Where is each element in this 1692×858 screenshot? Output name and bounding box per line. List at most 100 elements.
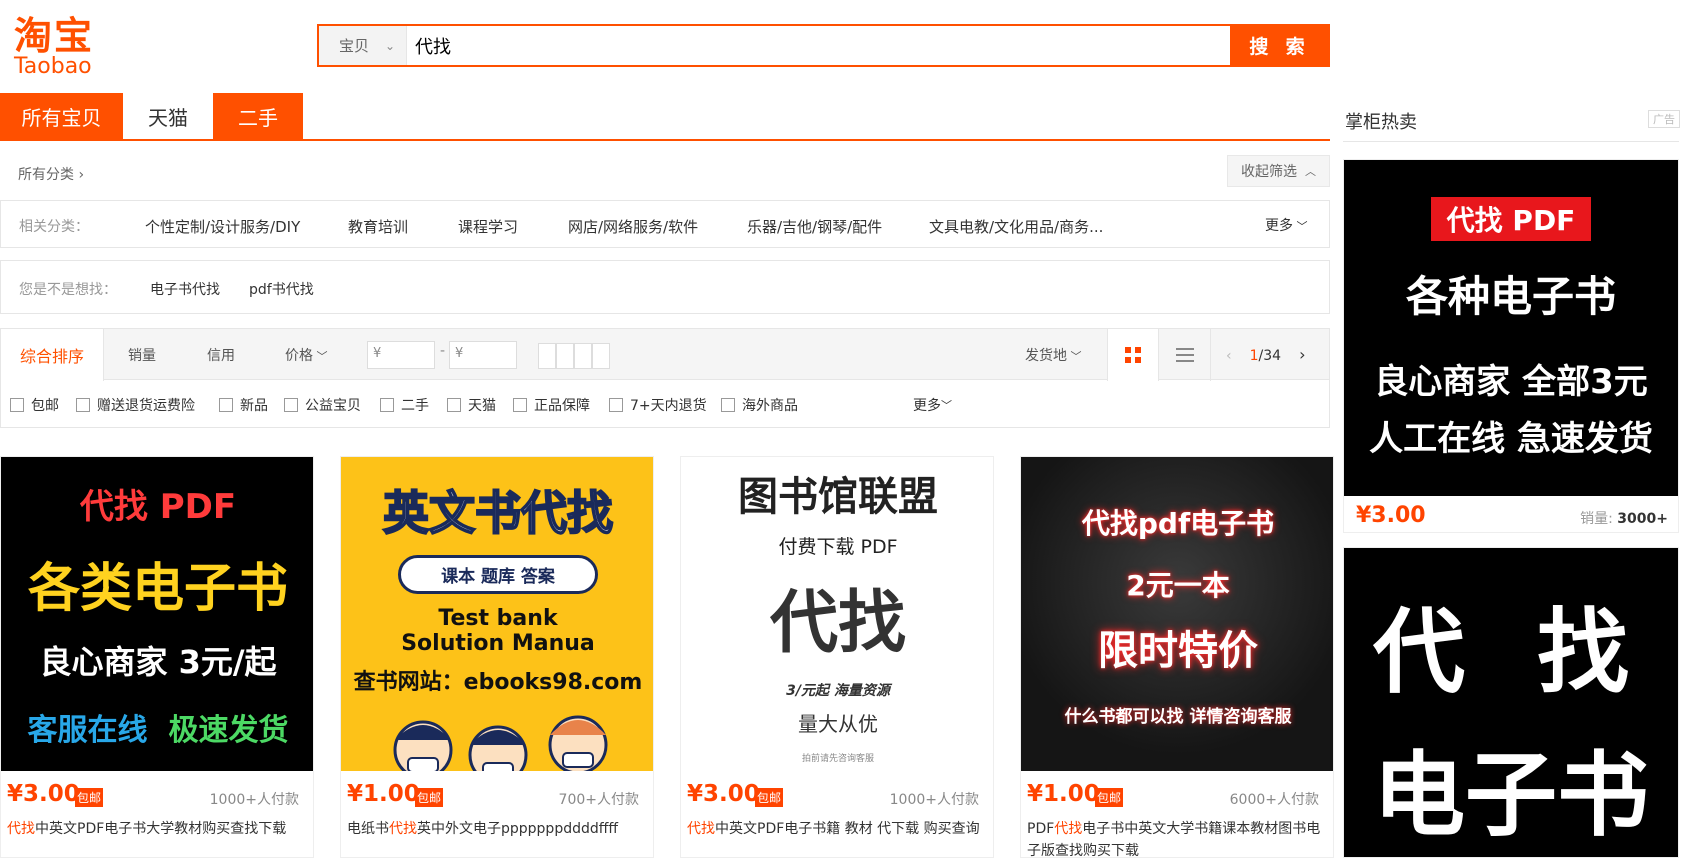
sidebar-product-card[interactable]: 代 找 电子书 (1343, 547, 1679, 858)
price-slider-box[interactable] (556, 343, 574, 369)
product-price: ¥1.00 (347, 781, 420, 807)
product-image[interactable]: 英文书代找 课本 题库 答案 Test bank Solution Manua … (341, 457, 653, 771)
image-text: 3/元起 海量资源 (786, 683, 890, 699)
sidebar-product-card[interactable]: 代找 PDF 各种电子书 良心商家 全部3元 人工在线 急速发货 ¥3.00 销… (1343, 159, 1679, 533)
checkbox-icon (284, 398, 298, 412)
filter-checkbox[interactable]: 二手 (380, 395, 429, 415)
related-category-link[interactable]: 文具电教/文化用品/商务... (929, 216, 1103, 237)
prev-page-icon[interactable]: ‹ (1226, 348, 1232, 364)
sort-credit[interactable]: 信用 (207, 345, 235, 365)
product-title[interactable]: PDF代找电子书中英文大学书籍课本教材图书电子版查找购买下载 (1027, 818, 1327, 857)
filter-checkbox[interactable]: 正品保障 (513, 395, 590, 415)
image-text: Test bank (438, 606, 558, 631)
next-page-icon[interactable]: › (1299, 345, 1305, 364)
logo-cn: 淘宝 (14, 14, 95, 58)
filter-label: 二手 (401, 398, 429, 414)
related-more-button[interactable]: 更多 ﹀ (1265, 215, 1308, 235)
search-bar: 宝贝 ⌄ 搜 索 (317, 24, 1330, 67)
ship-from-dropdown[interactable]: 发货地 ﹀ (1025, 345, 1082, 365)
image-text: 客服在线 (27, 713, 148, 748)
chevron-down-icon: ⌄ (385, 38, 396, 53)
image-text: 什么书都可以找 详情咨询客服 (1064, 706, 1292, 727)
tab-second-hand[interactable]: 二手 (213, 93, 303, 139)
sold-count: 1000+人付款 (209, 792, 299, 808)
sales-value: 3000+ (1617, 511, 1668, 527)
chevron-down-icon: ﹀ (941, 399, 952, 412)
free-shipping-badge: 包邮 (755, 788, 784, 807)
product-card[interactable]: 图书馆联盟 付费下载 PDF 代找 3/元起 海量资源 量大从优 拍前请先咨询客… (680, 456, 994, 858)
image-text: 代找pdf电子书 (1081, 506, 1275, 540)
all-categories-label: 所有分类 (18, 167, 74, 183)
image-text: 代找 (769, 583, 906, 663)
source-tabs: 所有宝贝 天猫 二手 (0, 93, 1330, 141)
tab-tmall[interactable]: 天猫 (123, 93, 213, 139)
product-image[interactable]: 图书馆联盟 付费下载 PDF 代找 3/元起 海量资源 量大从优 拍前请先咨询客… (681, 457, 993, 771)
filter-more-button[interactable]: 更多 ﹀ (913, 395, 952, 415)
price-min-input[interactable]: ¥ (367, 341, 435, 369)
collapse-filter-label: 收起筛选 (1241, 164, 1297, 180)
list-view-button[interactable] (1159, 329, 1211, 381)
checkbox-icon (76, 398, 90, 412)
price-slider-box[interactable] (592, 343, 610, 369)
sold-count: 700+人付款 (558, 792, 639, 808)
filter-checkbox[interactable]: 赠送退货运费险 (76, 395, 195, 415)
sales-label: 销量: (1580, 511, 1613, 527)
search-type-select[interactable]: 宝贝 ⌄ (319, 26, 407, 65)
chevron-down-icon: ﹀ (1293, 220, 1308, 233)
sort-price[interactable]: 价格 ﹀ (285, 345, 328, 365)
product-card[interactable]: 代找pdf电子书 2元一本 限时特价 什么书都可以找 详情咨询客服 ¥1.00 … (1020, 456, 1334, 858)
search-input[interactable] (407, 26, 1230, 65)
search-button[interactable]: 搜 索 (1230, 24, 1330, 67)
checkbox-icon (10, 398, 24, 412)
sidebar-product-image[interactable]: 代找 PDF 各种电子书 良心商家 全部3元 人工在线 急速发货 (1344, 160, 1678, 496)
tab-all-items[interactable]: 所有宝贝 (0, 93, 123, 139)
price-slider-box[interactable] (574, 343, 592, 369)
title-highlight: 代找 (389, 821, 417, 837)
pager-total: /34 (1258, 348, 1282, 364)
checkbox-icon (447, 398, 461, 412)
grid-view-button[interactable] (1107, 329, 1159, 381)
image-text: 限时特价 (1098, 627, 1258, 674)
filter-checkbox[interactable]: 海外商品 (721, 395, 798, 415)
title-text: PDF (1027, 821, 1055, 837)
product-title[interactable]: 代找中英文PDF电子书籍 教材 代下载 购买查询 (687, 818, 987, 840)
taobao-logo[interactable]: 淘宝 Taobao (14, 14, 124, 78)
title-text: 中英文PDF电子书籍 教材 代下载 购买查询 (715, 821, 980, 837)
product-title[interactable]: 代找中英文PDF电子书大学教材购买查找下载 (7, 818, 307, 840)
filter-checkbox[interactable]: 包邮 (10, 395, 59, 415)
suggestion-link[interactable]: 电子书代找 (150, 279, 220, 299)
title-text: 英中外文电子pppppppddddffff (417, 821, 619, 837)
price-slider-box[interactable] (538, 343, 556, 369)
product-image[interactable]: 代找 PDF 各类电子书 良心商家 3元/起 客服在线 极速发货 (1, 457, 313, 771)
filter-label: 正品保障 (534, 398, 590, 414)
image-text: 各类电子书 (27, 559, 288, 619)
product-image[interactable]: 代找pdf电子书 2元一本 限时特价 什么书都可以找 详情咨询客服 (1021, 457, 1333, 771)
suggestion-row: 您是不是想找： 电子书代找 pdf书代找 (0, 260, 1330, 314)
image-text: 人工在线 急速发货 (1369, 418, 1653, 459)
price-max-input[interactable]: ¥ (449, 341, 517, 369)
related-category-link[interactable]: 乐器/吉他/钢琴/配件 (747, 216, 882, 237)
related-category-link[interactable]: 网店/网络服务/软件 (568, 216, 698, 237)
sidebar-product-image[interactable]: 代 找 电子书 (1344, 548, 1678, 857)
sort-default[interactable]: 综合排序 (1, 329, 104, 381)
filter-checkbox[interactable]: 7+天内退货 (609, 395, 707, 415)
all-categories-link[interactable]: 所有分类 › (18, 164, 84, 184)
image-text: 代 找 (1372, 599, 1650, 706)
related-category-link[interactable]: 个性定制/设计服务/DIY (145, 216, 300, 237)
filter-checkbox[interactable]: 公益宝贝 (284, 395, 361, 415)
related-label: 相关分类： (19, 219, 89, 235)
product-title[interactable]: 电纸书代找英中外文电子pppppppddddffff (347, 818, 647, 840)
product-card[interactable]: 代找 PDF 各类电子书 良心商家 3元/起 客服在线 极速发货 ¥3.00 包… (0, 456, 314, 858)
related-category-link[interactable]: 教育培训 (348, 216, 408, 237)
price-range-dash: - (440, 343, 446, 359)
suggestion-link[interactable]: pdf书代找 (249, 279, 314, 299)
product-card[interactable]: 英文书代找 课本 题库 答案 Test bank Solution Manua … (340, 456, 654, 858)
sort-sales[interactable]: 销量 (128, 345, 156, 365)
suggestion-label: 您是不是想找： (19, 282, 117, 298)
checkbox-filter-row: 包邮 赠送退货运费险 新品 公益宝贝 二手 天猫 正品保障 7+天内退货 海外商… (0, 380, 1330, 428)
filter-checkbox[interactable]: 新品 (219, 395, 268, 415)
collapse-filter-button[interactable]: 收起筛选 ︿ (1227, 155, 1330, 187)
filter-checkbox[interactable]: 天猫 (447, 395, 496, 415)
free-shipping-badge: 包邮 (1095, 788, 1124, 807)
related-category-link[interactable]: 课程学习 (458, 216, 518, 237)
